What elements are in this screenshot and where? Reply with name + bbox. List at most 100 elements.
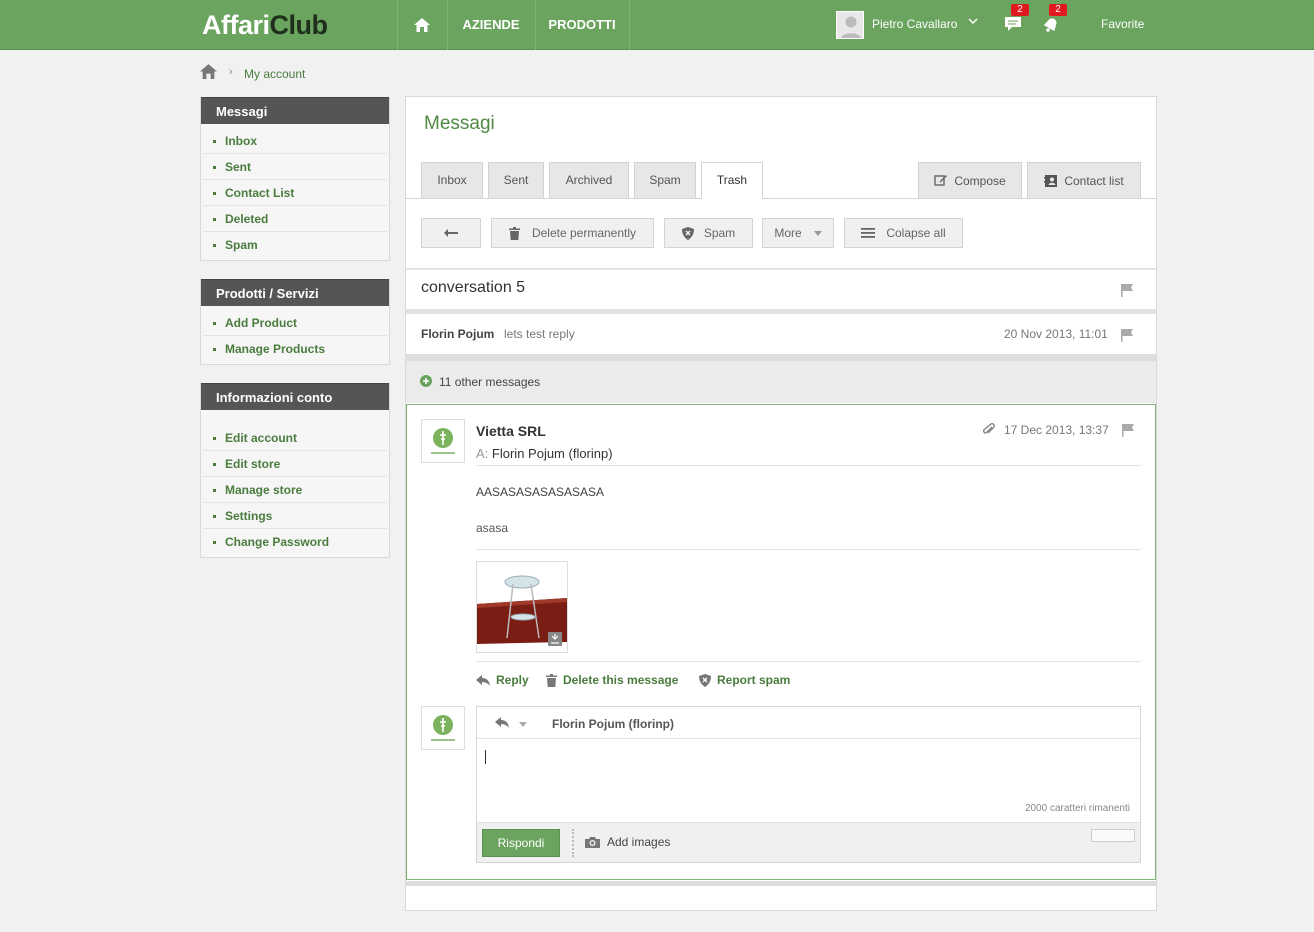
attachment-image — [477, 562, 567, 652]
reply-icon — [476, 674, 490, 686]
paperclip-icon — [983, 423, 995, 434]
home-icon — [414, 18, 430, 32]
list-icon — [861, 228, 876, 238]
summary-sender: Florin Pojum — [421, 327, 495, 341]
delete-message-button[interactable]: Delete this message — [546, 673, 678, 687]
divider — [476, 549, 1141, 550]
attachment-thumbnail[interactable] — [476, 561, 568, 653]
more-label: More — [774, 226, 802, 240]
format-toggle-button[interactable] — [1091, 829, 1135, 842]
sidebar-item-contact-list[interactable]: Contact List — [203, 180, 387, 206]
tab-spam[interactable]: Spam — [634, 162, 696, 198]
recipient-label: A: — [476, 446, 489, 461]
add-images-label: Add images — [607, 835, 671, 849]
summary-snippet: lets test reply — [504, 327, 575, 341]
reply-composer: Florin Pojum (florinp) 2000 caratteri ri… — [476, 706, 1141, 863]
sidebar-item-change-password[interactable]: Change Password — [203, 529, 387, 555]
flag-icon[interactable] — [1120, 283, 1134, 297]
tab-sent[interactable]: Sent — [488, 162, 544, 198]
nav-aziende[interactable]: AZIENDE — [448, 0, 534, 50]
summary-date: 20 Nov 2013, 11:01 — [1004, 327, 1108, 341]
logo-accent-text: Club — [269, 10, 329, 40]
chevron-down-icon[interactable] — [968, 16, 978, 29]
reply-button[interactable]: Reply — [476, 673, 529, 687]
divider — [406, 354, 1156, 361]
favorite-link[interactable]: Favorite — [1101, 17, 1144, 31]
contact-list-label: Contact list — [1064, 173, 1124, 188]
sidebar-item-settings[interactable]: Settings — [203, 503, 387, 529]
sidebar-item-edit-store[interactable]: Edit store — [203, 451, 387, 477]
trash-icon — [546, 673, 557, 687]
tab-inbox[interactable]: Inbox — [421, 162, 483, 198]
divider — [476, 661, 1141, 662]
breadcrumb-home-icon[interactable] — [200, 64, 217, 82]
sidebar-item-inbox[interactable]: Inbox — [203, 128, 387, 154]
reply-header: Florin Pojum (florinp) — [477, 707, 1140, 739]
sidebar-item-manage-products[interactable]: Manage Products — [203, 336, 387, 362]
report-spam-label: Report spam — [717, 673, 791, 687]
user-avatar[interactable] — [836, 11, 864, 39]
contact-list-button[interactable]: Contact list — [1027, 162, 1141, 198]
address-book-icon — [1044, 174, 1058, 187]
message-body-line: asasa — [476, 521, 509, 535]
delete-permanently-button[interactable]: Delete permanently — [491, 218, 654, 248]
compose-button[interactable]: Compose — [918, 162, 1022, 198]
text-cursor — [485, 750, 486, 764]
sidebar-item-add-product[interactable]: Add Product — [203, 310, 387, 336]
breadcrumb-my-account[interactable]: My account — [244, 67, 305, 81]
divider — [406, 268, 1156, 270]
reply-type-dropdown[interactable] — [495, 716, 531, 730]
collapse-all-button[interactable]: Colapse all — [844, 218, 963, 248]
tab-archived[interactable]: Archived — [549, 162, 629, 198]
reply-recipient: Florin Pojum (florinp) — [552, 717, 674, 731]
company-logo-icon — [431, 715, 455, 741]
divider — [476, 465, 1141, 466]
sidebar-item-edit-account[interactable]: Edit account — [203, 425, 387, 451]
rispondi-button[interactable]: Rispondi — [482, 829, 560, 857]
sidebar-messagi: Messagi Inbox Sent Contact List Deleted … — [200, 97, 390, 261]
sidebar-item-manage-store[interactable]: Manage store — [203, 477, 387, 503]
message-sender: Vietta SRL — [476, 423, 546, 439]
sidebar-item-sent[interactable]: Sent — [203, 154, 387, 180]
user-name[interactable]: Pietro Cavallaro — [872, 17, 957, 31]
tabs-divider — [406, 198, 1156, 199]
plus-circle-icon — [420, 375, 432, 387]
more-dropdown[interactable]: More — [762, 218, 834, 248]
notifications-button[interactable] — [1041, 14, 1063, 36]
sidebar-section-title: Messagi — [201, 97, 389, 124]
divider — [406, 881, 1156, 886]
message-date: 17 Dec 2013, 13:37 — [1004, 423, 1109, 437]
site-logo[interactable]: AffariClub — [202, 9, 328, 41]
report-spam-button[interactable]: Report spam — [699, 673, 790, 687]
sidebar-item-spam[interactable]: Spam — [203, 232, 387, 258]
reply-footer: Rispondi Add images — [477, 822, 1140, 862]
back-button[interactable] — [421, 218, 481, 248]
flag-icon[interactable] — [1121, 423, 1135, 437]
flag-icon[interactable] — [1120, 328, 1134, 342]
messages-button[interactable] — [1003, 14, 1025, 36]
spam-label: Spam — [703, 226, 736, 240]
sidebar-informazioni-conto: Informazioni conto Edit account Edit sto… — [200, 383, 390, 558]
top-navbar: AffariClub AZIENDE PRODOTTI Pietro Caval… — [0, 0, 1314, 50]
arrow-left-icon — [444, 229, 458, 237]
sidebar-prodotti: Prodotti / Servizi Add Product Manage Pr… — [200, 279, 390, 365]
tab-trash[interactable]: Trash — [701, 162, 763, 199]
caret-down-icon — [813, 230, 822, 236]
delete-permanently-label: Delete permanently — [531, 226, 637, 240]
add-images-button[interactable]: Add images — [585, 835, 670, 849]
collapsed-message-row[interactable]: Florin Pojum lets test reply 20 Nov 2013… — [406, 314, 1156, 354]
other-messages-bar[interactable]: 11 other messages — [406, 361, 1156, 403]
shield-icon — [699, 673, 711, 687]
sidebar-section-title: Informazioni conto — [201, 383, 389, 410]
sidebar-item-deleted[interactable]: Deleted — [203, 206, 387, 232]
logo-main-text: Affari — [202, 10, 270, 40]
nav-home-button[interactable] — [398, 0, 446, 50]
conversation-title: conversation 5 — [421, 279, 526, 296]
message-recipient-line: A: Florin Pojum (florinp) — [476, 446, 613, 461]
shield-icon — [681, 226, 694, 240]
notifications-badge: 2 — [1049, 4, 1067, 16]
trash-icon — [508, 226, 520, 240]
nav-prodotti[interactable]: PRODOTTI — [536, 0, 628, 50]
spam-button[interactable]: Spam — [664, 218, 753, 248]
divider — [572, 829, 574, 857]
